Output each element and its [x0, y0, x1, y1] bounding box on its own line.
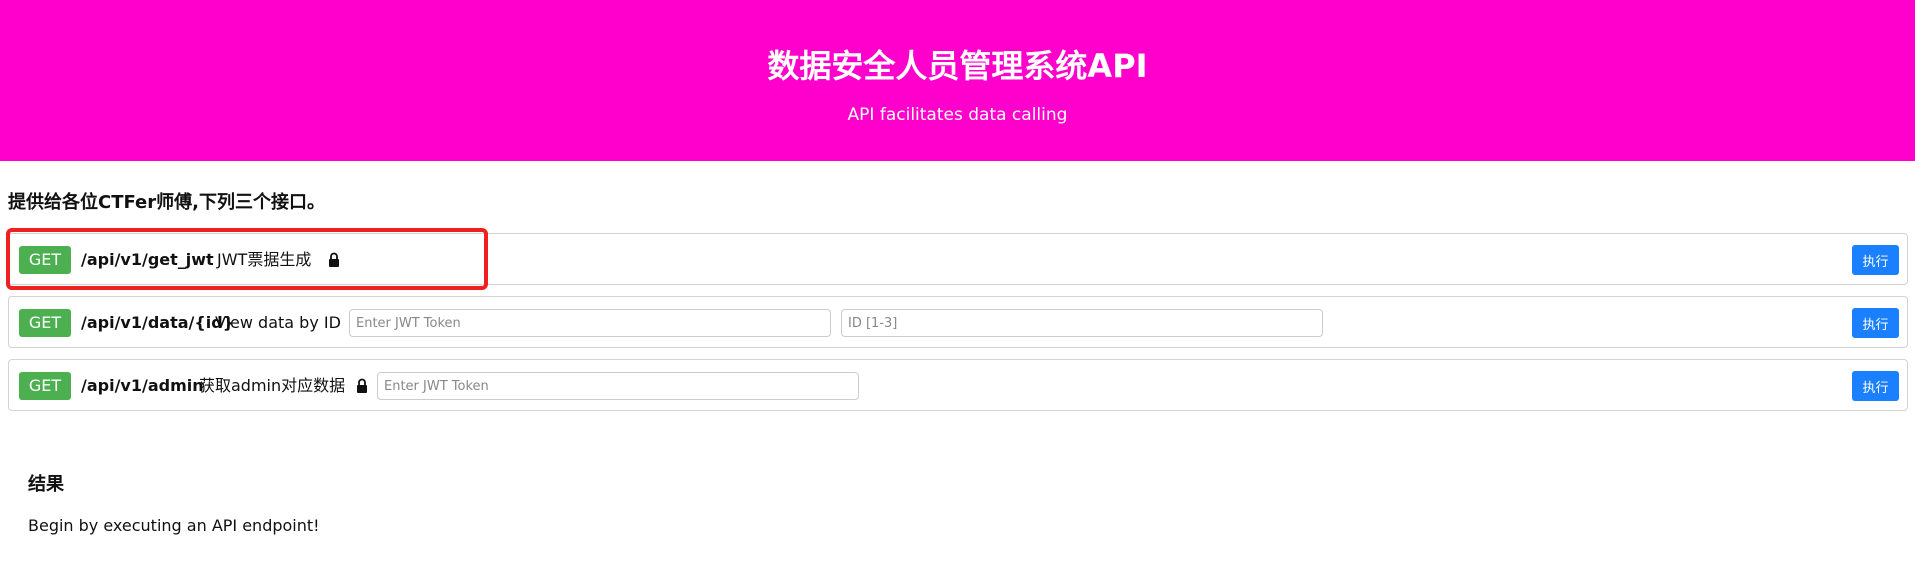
method-badge: GET [19, 246, 71, 274]
result-heading: 结果 [28, 474, 64, 495]
execute-button[interactable]: 执行 [1852, 308, 1899, 338]
endpoint-get-jwt: GET /api/v1/get_jwt JWT票据生成 执行 [8, 233, 1908, 285]
endpoint-view-data: GET /api/v1/data/{id} View data by ID 执行 [8, 296, 1908, 348]
result-text: Begin by executing an API endpoint! [28, 516, 320, 535]
page-subtitle: API facilitates data calling [847, 105, 1068, 125]
header-banner: 数据安全人员管理系统API API facilitates data calli… [0, 0, 1915, 161]
page-title: 数据安全人员管理系统API [767, 47, 1148, 85]
lock-icon [356, 378, 368, 394]
endpoint-description: 获取admin对应数据 [199, 376, 346, 395]
intro-text: 提供给各位CTFer师傅,下列三个接口。 [8, 192, 325, 213]
id-input[interactable] [841, 309, 1323, 337]
endpoint-path: /api/v1/admin [81, 376, 204, 395]
method-badge: GET [19, 372, 71, 400]
lock-icon [328, 252, 340, 268]
endpoint-path: /api/v1/data/{id} [81, 313, 235, 332]
endpoint-path: /api/v1/get_jwt [81, 250, 214, 269]
execute-button[interactable]: 执行 [1852, 245, 1899, 275]
endpoint-description: JWT票据生成 [217, 250, 312, 269]
jwt-token-input[interactable] [349, 309, 831, 337]
endpoint-admin: GET /api/v1/admin 获取admin对应数据 执行 [8, 359, 1908, 411]
method-badge: GET [19, 309, 71, 337]
jwt-token-input[interactable] [377, 372, 859, 400]
execute-button[interactable]: 执行 [1852, 371, 1899, 401]
endpoint-description: View data by ID [215, 313, 341, 332]
